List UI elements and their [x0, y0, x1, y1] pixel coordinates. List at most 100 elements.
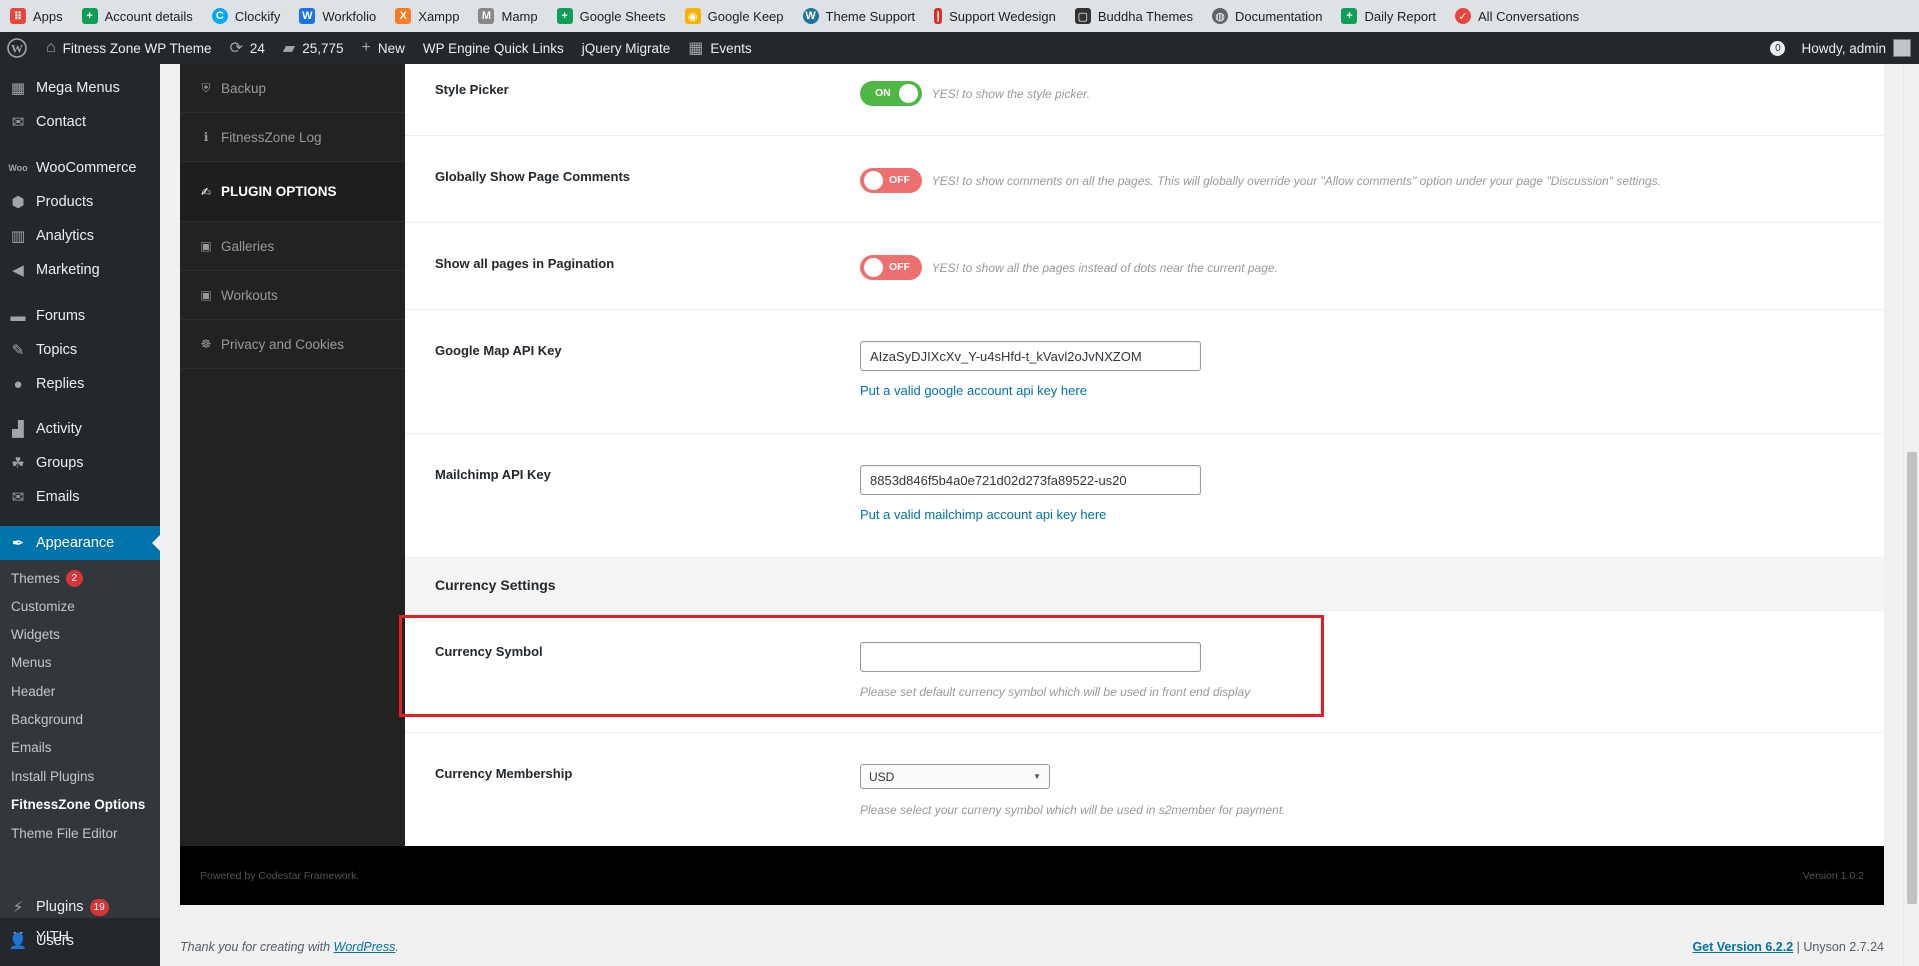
menu-marketing[interactable]: ◀ Marketing — [0, 253, 160, 287]
svg-text:W: W — [11, 42, 23, 56]
submenu-menus[interactable]: Menus — [11, 655, 52, 670]
menu-activity[interactable]: ▟ Activity — [0, 412, 160, 446]
footer-version: Get Version 6.2.2 | Unyson 2.7.24 — [1692, 940, 1884, 954]
nav-fitnesszone-log[interactable]: ℹ FitnessZone Log — [180, 113, 405, 162]
envelope-icon: ✉ — [11, 489, 25, 506]
bookmark-apps[interactable]: ⠿ Apps — [10, 8, 63, 24]
menu-groups[interactable]: ☘ Groups — [0, 446, 160, 480]
bookmark-mamp[interactable]: M Mamp — [478, 8, 538, 24]
keep-icon: ◉ — [684, 8, 701, 24]
jquery-migrate-menu[interactable]: jQuery Migrate — [573, 32, 680, 64]
bookmark-google-sheets[interactable]: + Google Sheets — [556, 8, 666, 24]
mailchimp-api-key-input[interactable] — [860, 465, 1201, 495]
submenu-widgets[interactable]: Widgets — [11, 627, 60, 642]
field-label: Google Map API Key — [435, 343, 562, 358]
nav-workouts[interactable]: ▣ Workouts — [180, 271, 405, 320]
envelope-icon: ✉ — [11, 114, 25, 131]
menu-woocommerce[interactable]: Woo WooCommerce — [0, 151, 160, 185]
field-help: YES! to show comments on all the pages. … — [931, 173, 1662, 188]
submenu-fitnesszone-options[interactable]: FitnessZone Options — [11, 797, 145, 812]
wp-engine-quick-links[interactable]: WP Engine Quick Links — [414, 32, 573, 64]
footer-thanks: Thank you for creating with WordPress. — [180, 940, 399, 954]
menu-contact[interactable]: ✉ Contact — [0, 105, 160, 139]
bookmark-clockify[interactable]: C Clockify — [211, 8, 280, 24]
submenu-install-plugins[interactable]: Install Plugins — [11, 769, 94, 784]
submenu-background[interactable]: Background — [11, 712, 83, 727]
style-picker-toggle[interactable]: ON — [860, 81, 922, 106]
field-label: Mailchimp API Key — [435, 467, 551, 482]
bookmark-google-keep[interactable]: ◉ Google Keep — [684, 8, 784, 24]
info-icon: ℹ — [203, 130, 209, 144]
workfolio-icon: W — [299, 8, 316, 24]
submenu-themes[interactable]: Themes 2 — [11, 570, 83, 587]
wp-logo-menu[interactable]: W — [0, 32, 37, 64]
bookmark-theme-support[interactable]: W Theme Support — [802, 8, 915, 24]
page-comments-toggle[interactable]: OFF — [860, 168, 922, 193]
nav-privacy-cookies[interactable]: ☸ Privacy and Cookies — [180, 320, 405, 369]
comments-menu[interactable]: ▰ 25,775 — [274, 32, 353, 64]
avatar[interactable] — [1893, 39, 1911, 57]
calendar-icon: ▦ — [688, 40, 704, 57]
grid-icon: ▦ — [10, 80, 26, 97]
menu-emails[interactable]: ✉ Emails — [0, 480, 160, 514]
nav-plugin-options[interactable]: ✍ Plugin Options — [180, 162, 405, 222]
menu-replies[interactable]: ● Replies — [0, 367, 160, 401]
howdy-account-menu[interactable]: Howdy, admin — [1801, 41, 1886, 56]
new-content-menu[interactable]: + New — [353, 32, 414, 64]
updates-menu[interactable]: ⟳ 24 — [220, 32, 273, 64]
pagination-toggle[interactable]: OFF — [860, 255, 922, 280]
currency-settings-heading: Currency Settings — [405, 558, 1884, 611]
bookmark-buddha-themes[interactable]: ▢ Buddha Themes — [1074, 8, 1193, 24]
chat-icon: ✓ — [1455, 8, 1472, 24]
submenu-emails[interactable]: Emails — [11, 740, 52, 755]
wp-admin-bar: W ⌂ Fitness Zone WP Theme ⟳ 24 ▰ 25,775 + Ne… — [0, 32, 1919, 64]
bookmark-all-conversations[interactable]: ✓ All Conversations — [1455, 8, 1579, 24]
mailchimp-api-key-link[interactable]: Put a valid mailchimp account api key he… — [860, 507, 1201, 522]
options-content: Style Picker ON YES! to show the style p… — [405, 64, 1884, 846]
field-pagination: Show all pages in Pagination OFF YES! to… — [405, 223, 1884, 310]
menu-products[interactable]: ⬢ Products — [0, 185, 160, 219]
themes-count-badge: 2 — [65, 570, 83, 587]
page-scrollbar[interactable] — [1903, 64, 1919, 966]
bookmark-account-details[interactable]: + Account details — [81, 8, 193, 24]
menu-analytics[interactable]: ▥ Analytics — [0, 219, 160, 253]
get-version-link[interactable]: Get Version 6.2.2 — [1692, 940, 1793, 954]
bookmark-workfolio[interactable]: W Workfolio — [299, 8, 376, 24]
admin-menu: ▦ Mega Menus ✉ Contact Woo WooCommerce ⬢ Pro… — [0, 64, 160, 966]
site-name-menu[interactable]: ⌂ Fitness Zone WP Theme — [37, 32, 220, 64]
submenu-customize[interactable]: Customize — [11, 599, 75, 614]
menu-topics[interactable]: ✎ Topics — [0, 333, 160, 367]
events-menu[interactable]: ▦ Events — [679, 32, 760, 64]
globe-icon: ◍ — [1212, 8, 1229, 24]
image-icon: ▣ — [200, 288, 212, 302]
bookmark-documentation[interactable]: ◍ Documentation — [1212, 8, 1322, 24]
plugin-icon: ⚡ — [12, 899, 24, 916]
bookmark-support-wedesign[interactable]: | Support Wedesign — [934, 8, 1056, 24]
buddha-icon: ▢ — [1074, 8, 1091, 24]
field-label: Currency Membership — [435, 766, 573, 781]
wordpress-link[interactable]: WordPress — [334, 940, 396, 954]
menu-plugins[interactable]: ⚡ Plugins 19 — [0, 890, 160, 924]
submenu-header[interactable]: Header — [11, 684, 55, 699]
bookmark-xampp[interactable]: X Xampp — [395, 8, 459, 24]
submenu-theme-file-editor[interactable]: Theme File Editor — [11, 826, 118, 841]
currency-symbol-input[interactable] — [860, 642, 1201, 672]
menu-mega-menus[interactable]: ▦ Mega Menus — [0, 71, 160, 105]
menu-appearance[interactable]: ✒ Appearance — [0, 526, 160, 560]
currency-membership-select[interactable]: USD ▼ — [860, 764, 1050, 789]
bookmark-daily-report[interactable]: + Daily Report — [1341, 8, 1436, 24]
field-label: Show all pages in Pagination — [435, 256, 615, 271]
google-map-api-key-input[interactable] — [860, 341, 1201, 371]
menu-users[interactable]: 👤 Users — [0, 924, 160, 958]
shield-icon: ⛨ — [201, 80, 211, 95]
mamp-icon: M — [478, 8, 495, 24]
archive-icon: ⬢ — [11, 194, 25, 211]
nav-galleries[interactable]: ▣ Galleries — [180, 222, 405, 271]
notification-count[interactable]: 0 — [1770, 40, 1786, 56]
google-api-key-link[interactable]: Put a valid google account api key here — [860, 383, 1201, 398]
scrollbar-thumb[interactable] — [1907, 452, 1917, 904]
nav-backup[interactable]: ⛨ Backup — [180, 64, 405, 113]
sheets-icon: + — [81, 8, 98, 24]
menu-forums[interactable]: ▬ Forums — [0, 299, 160, 333]
appearance-submenu: Themes 2 Customize Widgets Menus Header B… — [0, 560, 160, 918]
